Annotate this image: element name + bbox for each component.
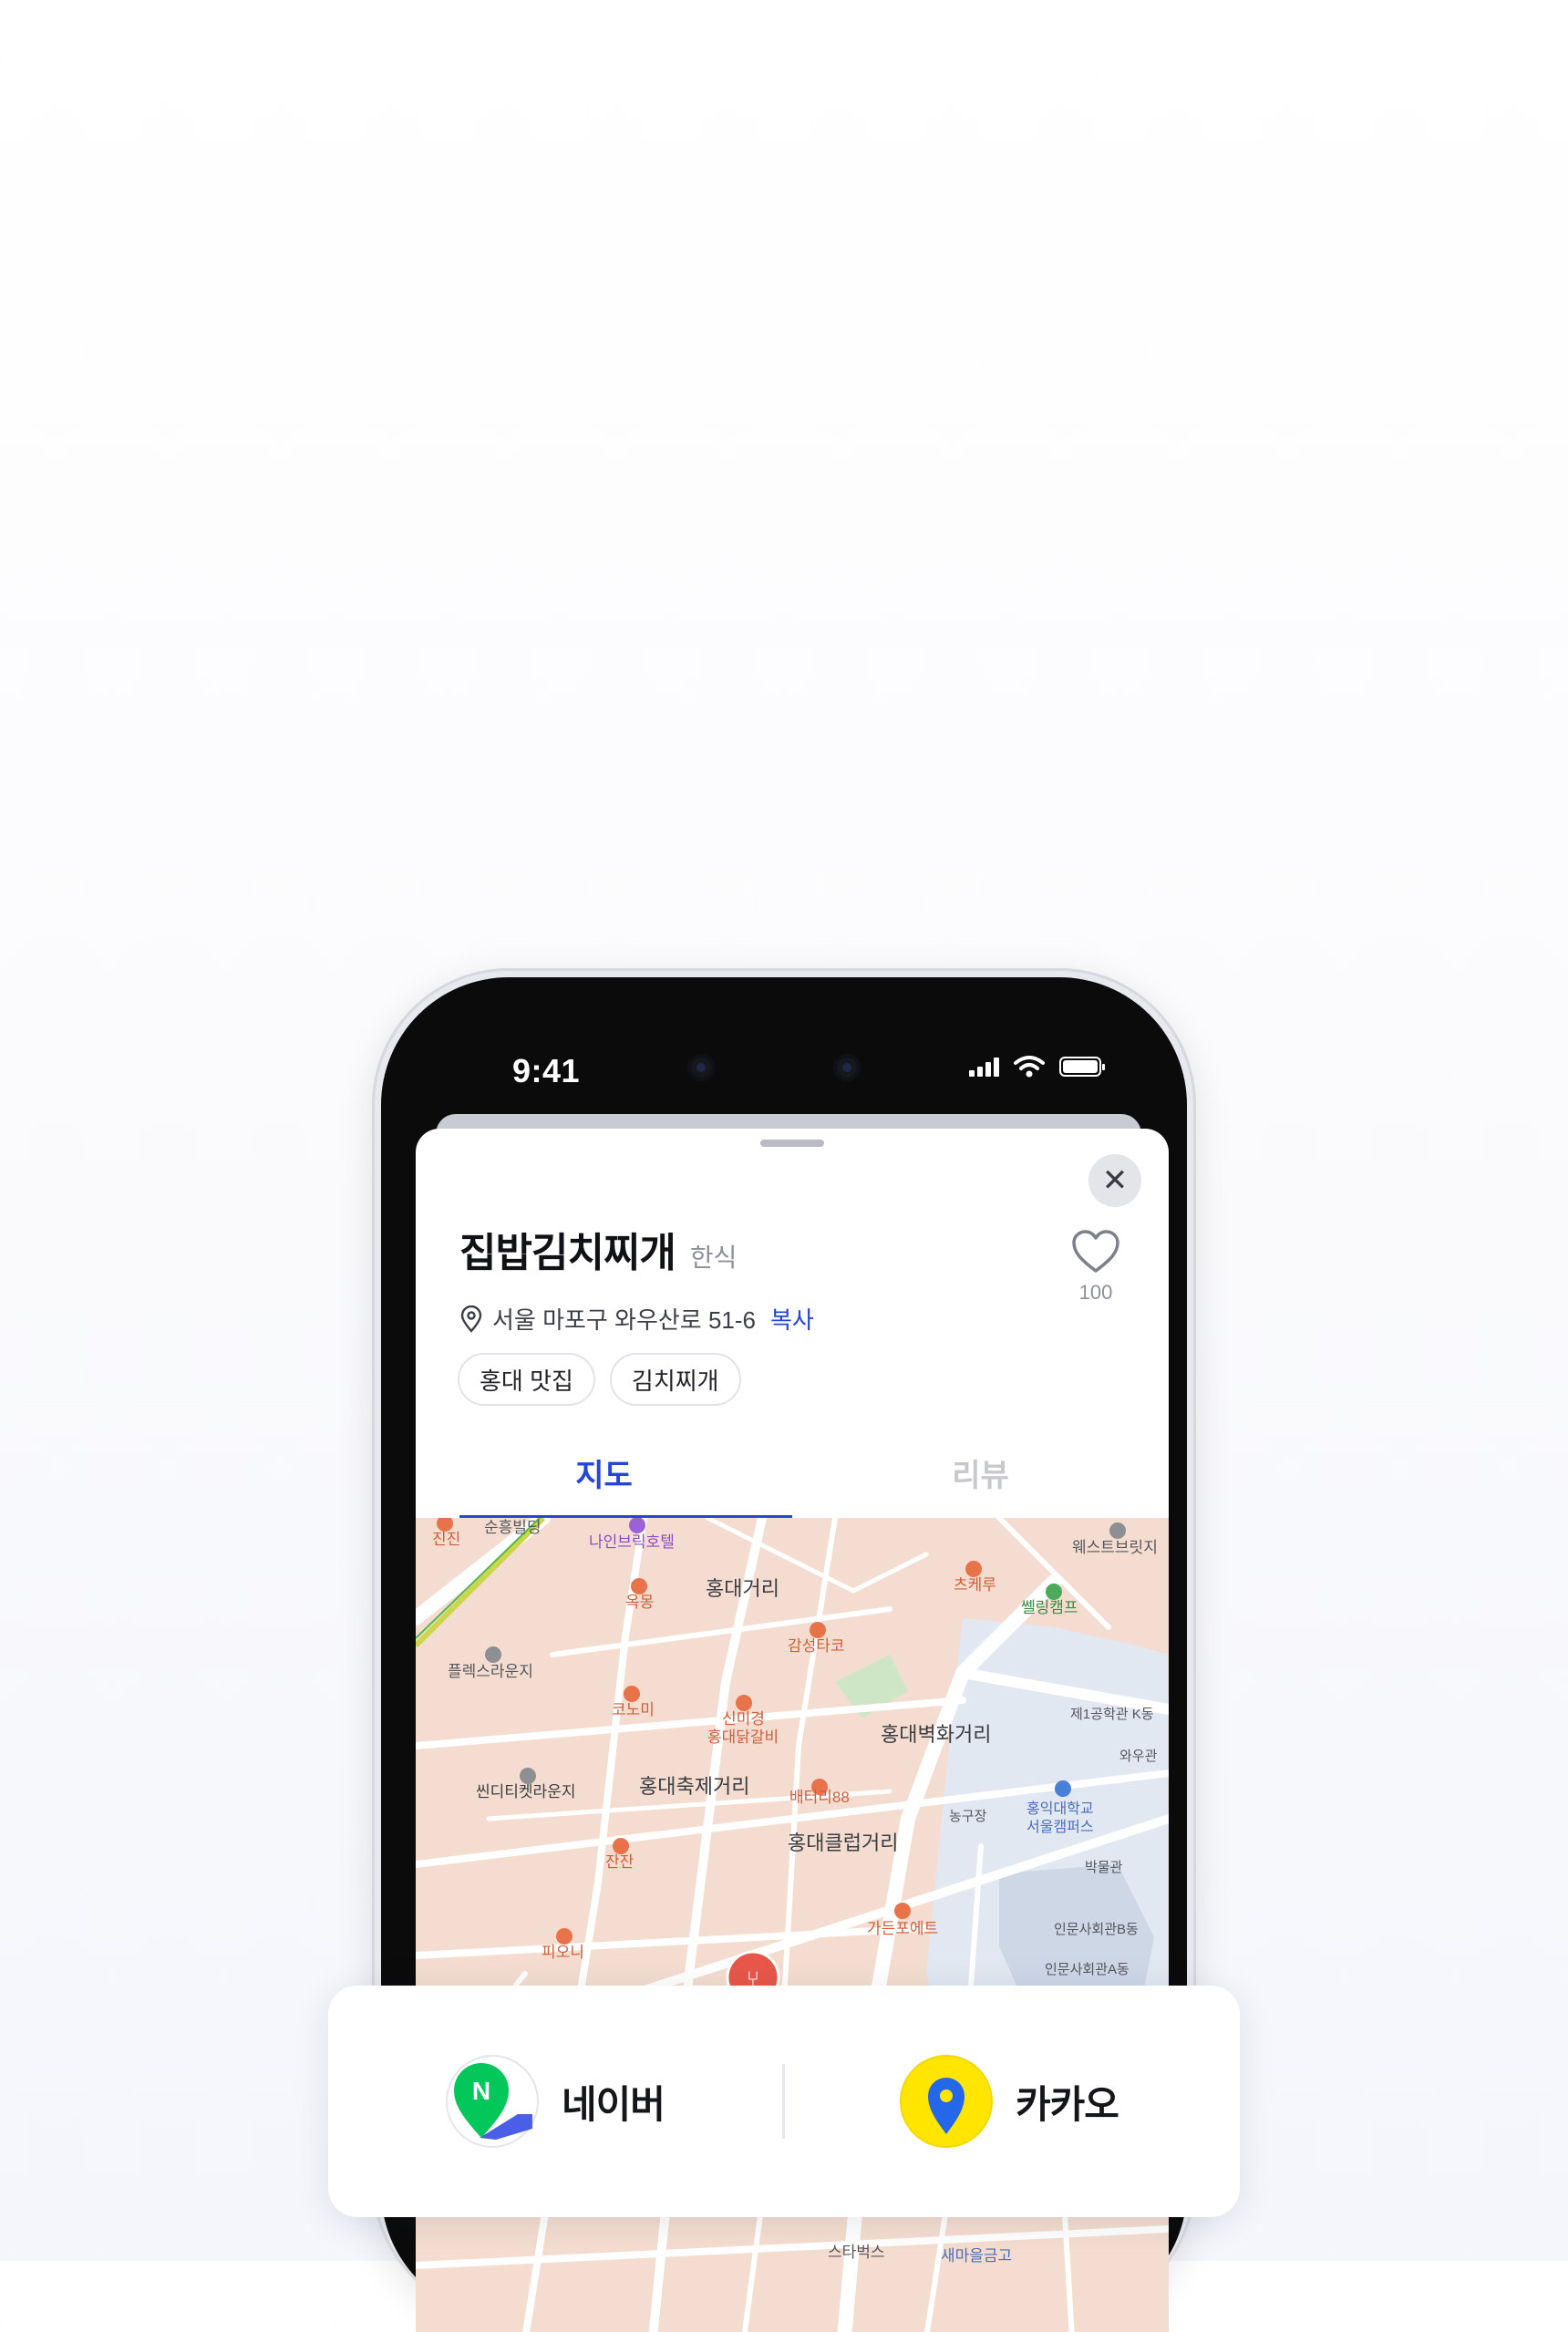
sheet-grabber[interactable] [760, 1140, 824, 1147]
wifi-icon [1014, 1056, 1045, 1078]
copy-address-button[interactable]: 복사 [770, 1302, 814, 1336]
tag-chip[interactable]: 김치찌개 [609, 1353, 741, 1406]
tab-review[interactable]: 리뷰 [792, 1429, 1169, 1515]
map-label: 쎌링캠프 [1021, 1599, 1078, 1616]
map-label: 와우관 [1119, 1749, 1158, 1764]
map-label: 홍대벽화거리 [881, 1723, 991, 1746]
battery-icon [1059, 1057, 1105, 1077]
map-label: 농구장 [949, 1809, 987, 1824]
map-label: 잔잔 [605, 1853, 634, 1871]
map-label: 박물관 [1085, 1860, 1123, 1875]
map-label: 홍대거리 [706, 1577, 779, 1600]
like-count: 100 [1078, 1281, 1113, 1304]
map-label: 서울캠퍼스 [1026, 1819, 1094, 1835]
map-label: 신미경 [722, 1710, 765, 1728]
map-label: 배터리88 [789, 1789, 850, 1806]
map-label: 제1공학관 K동 [1070, 1707, 1154, 1722]
place-title-row: 집밥김치찌개 한식 [459, 1220, 737, 1278]
map-label: 피오니 [542, 1944, 584, 1961]
tab-map[interactable]: 지도 [416, 1429, 792, 1515]
map-label: 홍대축제거리 [639, 1775, 749, 1798]
tag-chip[interactable]: 홍대 맛집 [458, 1353, 595, 1406]
map-label: 가든포에트 [867, 1920, 938, 1937]
map-label: 코노미 [612, 1701, 655, 1718]
tab-bar: 지도 리뷰 [416, 1429, 1169, 1515]
location-pin-icon [460, 1305, 482, 1333]
map-label: 인문사회관A동 [1045, 1962, 1130, 1977]
map-label: 인문사회관B동 [1054, 1922, 1139, 1937]
sensor [833, 1054, 861, 1081]
map-label: 순흥빌딩 [484, 1519, 542, 1536]
map-label: 새마을금고 [941, 2247, 1012, 2265]
map-label: 스타벅스 [828, 2244, 885, 2261]
map-label: 츠케루 [954, 1576, 996, 1594]
signal-icon [969, 1057, 999, 1077]
kakao-map-icon [900, 2055, 993, 2148]
place-category: 한식 [689, 1243, 738, 1272]
map-label: 나인브릭호텔 [589, 1533, 675, 1551]
status-icons [969, 1056, 1105, 1078]
address-row: 서울 마포구 와우산로 51-6 복사 [459, 1302, 814, 1336]
heart-icon [1072, 1230, 1119, 1273]
map-label: 플렉스라운지 [448, 1663, 533, 1680]
status-time: 9:41 [512, 1052, 581, 1089]
divider [782, 2064, 785, 2139]
map-label: 옥몽 [625, 1594, 654, 1611]
map-label: 홍대닭갈비 [707, 1728, 779, 1746]
map-label: 홍대클럽거리 [788, 1832, 898, 1854]
naver-map-button[interactable]: N 네이버 [445, 1986, 665, 2217]
map-label: 씬디티켓라운지 [476, 1783, 575, 1801]
naver-label: 네이버 [562, 2082, 665, 2126]
close-button[interactable]: ✕ [1088, 1154, 1141, 1207]
front-camera [687, 1054, 715, 1081]
place-name: 집밥김치찌개 [459, 1231, 676, 1275]
map-label: 감성타코 [788, 1637, 845, 1655]
naver-map-icon: N [446, 2055, 539, 2148]
kakao-map-button[interactable]: 카카오 [899, 1986, 1119, 2217]
address-text: 서울 마포구 와우산로 51-6 [492, 1306, 756, 1334]
svg-text:N: N [472, 2077, 490, 2105]
map-app-chooser: N 네이버 카카오 [328, 1986, 1240, 2217]
map-label: 웨스트브릿지 [1072, 1539, 1158, 1556]
map-label: 진진 [432, 1531, 460, 1548]
close-icon: ✕ [1101, 1163, 1129, 1198]
tag-list: 홍대 맛집 김치찌개 [458, 1353, 741, 1406]
like-button[interactable]: 100 [1068, 1229, 1123, 1305]
kakao-label: 카카오 [1016, 2082, 1119, 2126]
map-label: 홍익대학교 [1026, 1801, 1094, 1817]
